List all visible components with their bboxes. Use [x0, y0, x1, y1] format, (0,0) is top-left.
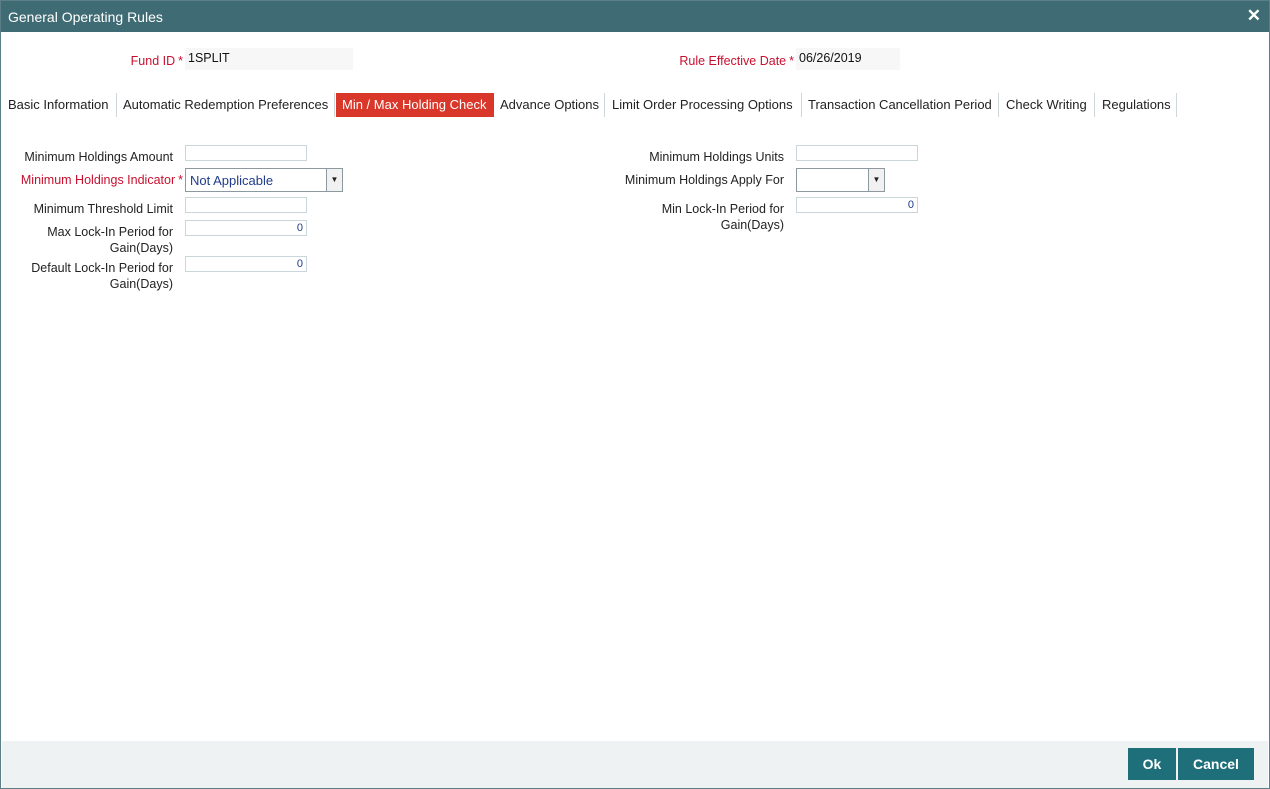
footer-bar: Ok Cancel: [2, 741, 1268, 788]
min-holdings-units-input[interactable]: [796, 145, 918, 161]
ok-button[interactable]: Ok: [1128, 748, 1176, 780]
fund-id-field[interactable]: 1SPLIT: [185, 48, 353, 70]
default-lockin-period-label: Default Lock-In Period for Gain(Days): [31, 261, 173, 291]
min-holdings-amount-label: Minimum Holdings Amount: [24, 150, 173, 164]
tab-min-max-holding-check[interactable]: Min / Max Holding Check: [336, 93, 494, 117]
close-icon[interactable]: ✕: [1247, 7, 1261, 25]
min-holdings-amount-input[interactable]: [185, 145, 307, 161]
rule-effective-date-field[interactable]: 06/26/2019: [796, 48, 900, 70]
tab-check-writing[interactable]: Check Writing: [1000, 93, 1095, 117]
tab-limit-order-processing-options[interactable]: Limit Order Processing Options: [606, 93, 802, 117]
min-holdings-apply-for-select[interactable]: ▼: [796, 168, 885, 192]
max-lockin-period-input[interactable]: 0: [185, 220, 307, 236]
default-lockin-period-input[interactable]: 0: [185, 256, 307, 272]
max-lockin-period-label: Max Lock-In Period for Gain(Days): [47, 225, 173, 255]
title-bar: General Operating Rules ✕: [1, 1, 1269, 32]
general-operating-rules-window: General Operating Rules ✕ Fund ID * 1SPLI…: [0, 0, 1270, 789]
min-threshold-limit-label: Minimum Threshold Limit: [33, 202, 173, 216]
rule-effective-date-label: Rule Effective Date *: [679, 54, 794, 68]
fund-id-label: Fund ID *: [130, 54, 183, 68]
tab-basic-information[interactable]: Basic Information: [2, 93, 117, 117]
tab-transaction-cancellation-period[interactable]: Transaction Cancellation Period: [802, 93, 999, 117]
cancel-button[interactable]: Cancel: [1178, 748, 1254, 780]
min-holdings-indicator-select[interactable]: Not Applicable ▼: [185, 168, 343, 192]
tab-automatic-redemption-preferences[interactable]: Automatic Redemption Preferences: [117, 93, 335, 117]
min-threshold-limit-input[interactable]: [185, 197, 307, 213]
chevron-down-icon[interactable]: ▼: [326, 169, 342, 191]
min-holdings-units-label: Minimum Holdings Units: [649, 150, 784, 164]
tab-bar: Basic Information Automatic Redemption P…: [2, 93, 1268, 117]
chevron-down-icon[interactable]: ▼: [868, 169, 884, 191]
min-lockin-period-label: Min Lock-In Period for Gain(Days): [661, 202, 784, 232]
tab-advance-options[interactable]: Advance Options: [494, 93, 605, 117]
min-lockin-period-input[interactable]: 0: [796, 197, 918, 213]
min-holdings-apply-for-label: Minimum Holdings Apply For: [624, 173, 784, 187]
window-title: General Operating Rules: [8, 9, 163, 25]
min-holdings-indicator-label: Minimum Holdings Indicator *: [20, 173, 183, 187]
tab-regulations[interactable]: Regulations: [1096, 93, 1177, 117]
min-holdings-indicator-value: Not Applicable: [190, 173, 274, 188]
